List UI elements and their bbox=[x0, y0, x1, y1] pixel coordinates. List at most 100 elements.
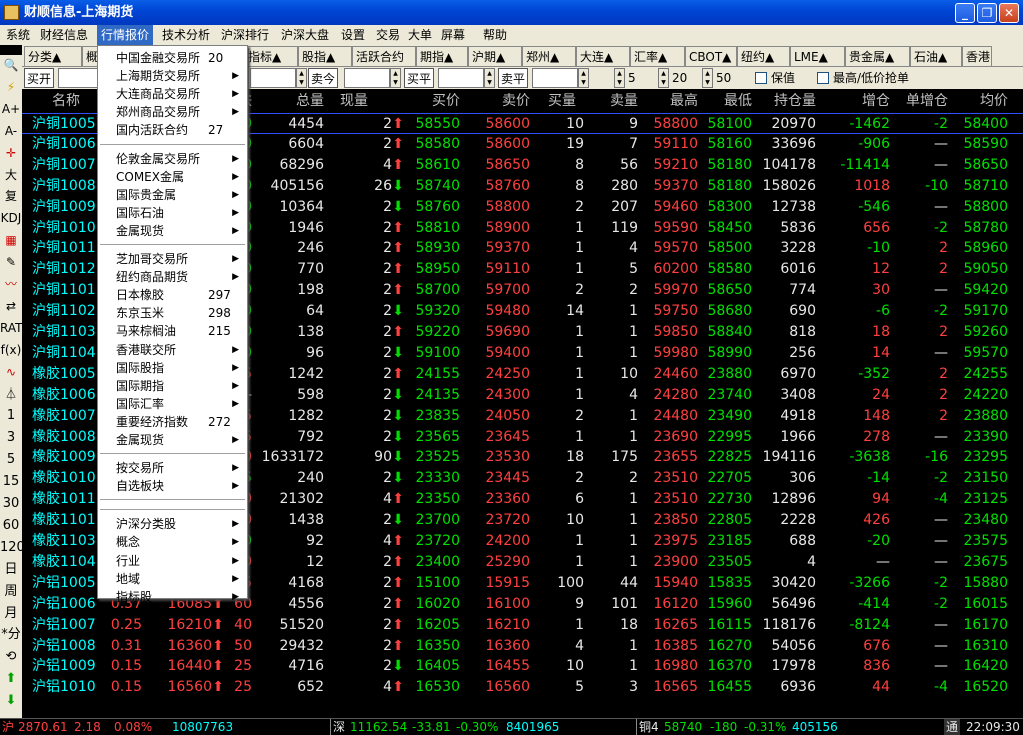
price-spinner-4[interactable]: ▲ ▼ bbox=[484, 68, 495, 88]
dropdown-item[interactable]: 芝加哥交易所 ▶ bbox=[98, 250, 247, 268]
table-row[interactable]: 沪铝1007 0.25 16210 ⬆ 40 51520 2 ⬆ 16205 16210 1 18 16… bbox=[22, 615, 1023, 636]
dropdown-item[interactable]: 马来棕榈油 215 bbox=[98, 322, 247, 340]
col-header-0[interactable]: 名称 bbox=[52, 90, 80, 113]
dropdown-item[interactable]: 重要经济指数 272 bbox=[98, 413, 247, 431]
menu-4[interactable]: 沪深排行 bbox=[217, 25, 273, 45]
price-spinner-2[interactable]: ▲ ▼ bbox=[296, 68, 307, 88]
dropdown-item[interactable]: 自选板块 ▶ bbox=[98, 477, 247, 495]
col-header-6[interactable]: 买量 bbox=[548, 90, 576, 113]
col-header-9[interactable]: 最低 bbox=[724, 90, 752, 113]
period-1[interactable]: 1 bbox=[0, 405, 22, 426]
price-input-4[interactable] bbox=[438, 68, 484, 88]
dropdown-item[interactable]: 概念 ▶ bbox=[98, 533, 247, 551]
dropdown-item[interactable]: 伦敦金属交易所 ▶ bbox=[98, 150, 247, 168]
crosshair-icon[interactable]: ✛ bbox=[0, 143, 22, 164]
formula-icon[interactable]: f(x) bbox=[0, 340, 22, 361]
dropdown-item[interactable]: 国际股指 ▶ bbox=[98, 359, 247, 377]
col-header-13[interactable]: 均价 bbox=[980, 90, 1008, 113]
col-header-3[interactable]: 现量 bbox=[340, 90, 368, 113]
pencil-icon[interactable]: ✎ bbox=[0, 252, 22, 273]
sell-today-button[interactable]: 卖今 bbox=[308, 68, 339, 88]
menu-7[interactable]: 交易 bbox=[372, 25, 404, 45]
dropdown-item[interactable]: 纽约商品期货 ▶ bbox=[98, 268, 247, 286]
menu-6[interactable]: 设置 bbox=[337, 25, 369, 45]
menu-3[interactable]: 技术分析 bbox=[158, 25, 214, 45]
lightning-icon[interactable]: ⚡ bbox=[0, 77, 22, 98]
tab-13[interactable]: 贵金属▲ bbox=[845, 46, 910, 66]
curve-icon[interactable]: ∿ bbox=[0, 362, 22, 383]
price-spinner-5[interactable]: ▲ ▼ bbox=[578, 68, 589, 88]
dropdown-item[interactable]: 国际汇率 ▶ bbox=[98, 395, 247, 413]
tab-8[interactable]: 大连▲ bbox=[576, 46, 630, 66]
col-header-8[interactable]: 最高 bbox=[670, 90, 698, 113]
tab-15[interactable]: 香港 bbox=[962, 46, 992, 66]
dropdown-item[interactable]: 指标股 ▶ bbox=[98, 588, 247, 606]
col-header-2[interactable]: 总量 bbox=[296, 90, 324, 113]
qty-spinner-1[interactable]: ▲ ▼ bbox=[614, 68, 625, 88]
table-row[interactable]: 沪铝1008 0.31 16360 ⬆ 50 29432 2 ⬆ 16350 16360 4 1 163… bbox=[22, 636, 1023, 657]
menu-10[interactable]: 帮助 bbox=[479, 25, 511, 45]
dropdown-item[interactable]: 金属现货 ▶ bbox=[98, 222, 247, 240]
qty-spinner-2[interactable]: ▲ ▼ bbox=[658, 68, 669, 88]
qty-spinner-3[interactable]: ▲ ▼ bbox=[702, 68, 713, 88]
keep-value-checkbox[interactable]: 保值 bbox=[755, 68, 795, 88]
dropdown-item[interactable]: COMEX金属 ▶ bbox=[98, 168, 247, 186]
dropdown-item[interactable]: 沪深分类股 ▶ bbox=[98, 515, 247, 533]
table-row[interactable]: 沪铝1010 0.15 16560 ⬆ 25 652 4 ⬆ 16530 16560 5 3 16565… bbox=[22, 677, 1023, 698]
tab-4[interactable]: 活跃合约 bbox=[352, 46, 416, 66]
dropdown-item[interactable]: 日本橡胶 297 bbox=[98, 286, 247, 304]
menu-0[interactable]: 系统 bbox=[2, 25, 34, 45]
period-day[interactable]: 日 bbox=[0, 559, 22, 580]
tab-3[interactable]: 股指▲ bbox=[298, 46, 352, 66]
period-week[interactable]: 周 bbox=[0, 581, 22, 602]
period-3[interactable]: 3 bbox=[0, 427, 22, 448]
tab-12[interactable]: LME▲ bbox=[790, 46, 845, 66]
table-row[interactable]: 沪铝1009 0.15 16440 ⬆ 25 4716 2 ⬇ 16405 16455 10 1 169… bbox=[22, 656, 1023, 677]
swap-icon[interactable]: ⇄ bbox=[0, 296, 22, 317]
tab-1[interactable]: 概 bbox=[82, 46, 98, 66]
cursor-icon[interactable]: ⏃ bbox=[0, 384, 22, 405]
tab-11[interactable]: 纽约▲ bbox=[737, 46, 790, 66]
tab-0[interactable]: 分类▲ bbox=[24, 46, 82, 66]
tab-14[interactable]: 石油▲ bbox=[910, 46, 962, 66]
arrow-up-icon[interactable]: ⬆ bbox=[0, 668, 22, 689]
dropdown-item[interactable]: 大连商品交易所 ▶ bbox=[98, 85, 247, 103]
minimize-button[interactable]: _ bbox=[955, 3, 975, 23]
hilo-checkbox[interactable]: 最高/低价抢单 bbox=[817, 68, 909, 88]
sell-close-button[interactable]: 卖平 bbox=[498, 68, 529, 88]
wave-icon[interactable]: 〰 bbox=[0, 274, 22, 295]
dropdown-item[interactable]: 国际期指 ▶ bbox=[98, 377, 247, 395]
dropdown-item[interactable]: 香港联交所 ▶ bbox=[98, 341, 247, 359]
col-header-11[interactable]: 增仓 bbox=[862, 90, 890, 113]
tab-9[interactable]: 汇率▲ bbox=[630, 46, 685, 66]
menu-1[interactable]: 财经信息 bbox=[36, 25, 92, 45]
price-input-2[interactable] bbox=[250, 68, 296, 88]
refresh-icon[interactable]: ⟲ bbox=[0, 646, 22, 667]
menu-5[interactable]: 沪深大盘 bbox=[277, 25, 333, 45]
tab-10[interactable]: CBOT▲ bbox=[685, 46, 737, 66]
dropdown-item[interactable]: 东京玉米 298 bbox=[98, 304, 247, 322]
price-input-1[interactable] bbox=[58, 68, 98, 88]
dropdown-item[interactable]: 按交易所 ▶ bbox=[98, 459, 247, 477]
period-custom[interactable]: *分 bbox=[0, 624, 22, 645]
col-header-7[interactable]: 卖量 bbox=[610, 90, 638, 113]
period-60[interactable]: 60 bbox=[0, 515, 22, 536]
tab-5[interactable]: 期指▲ bbox=[416, 46, 468, 66]
buy-open-button[interactable]: 买开 bbox=[24, 68, 55, 88]
arrow-down-icon[interactable]: ⬇ bbox=[0, 690, 22, 711]
period-15[interactable]: 15 bbox=[0, 471, 22, 492]
menu-9[interactable]: 屏幕 bbox=[437, 25, 469, 45]
dropdown-item[interactable]: 国内活跃合约 27 bbox=[98, 121, 247, 139]
connection-indicator[interactable]: 通 bbox=[944, 719, 961, 735]
grid-icon[interactable]: ▦ bbox=[0, 230, 22, 251]
search-icon[interactable]: 🔍 bbox=[0, 55, 22, 76]
dropdown-item[interactable]: 行业 ▶ bbox=[98, 552, 247, 570]
dropdown-item[interactable]: 上海期货交易所 ▶ bbox=[98, 67, 247, 85]
big-view-icon[interactable]: 大 bbox=[0, 165, 22, 186]
tab-6[interactable]: 沪期▲ bbox=[468, 46, 522, 66]
col-header-5[interactable]: 卖价 bbox=[502, 90, 530, 113]
period-120[interactable]: 120 bbox=[0, 537, 25, 558]
period-month[interactable]: 月 bbox=[0, 603, 22, 624]
font-larger-icon[interactable]: A+ bbox=[0, 99, 22, 120]
close-button[interactable]: ✕ bbox=[999, 3, 1019, 23]
